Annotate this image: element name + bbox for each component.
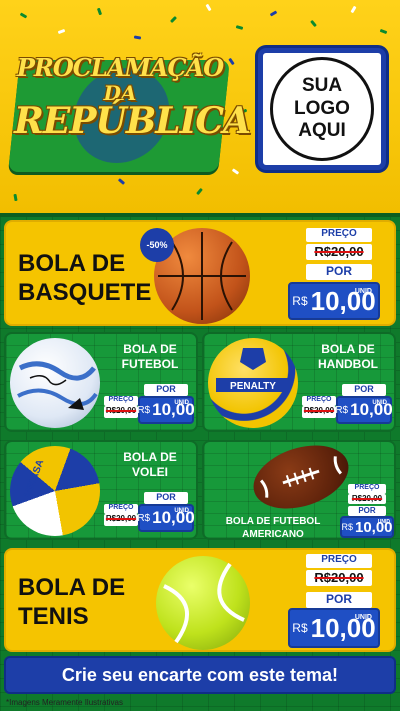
- logo-circle: SUA LOGO AQUI: [270, 57, 374, 161]
- product-card-handbol: PENALTY BOLA DE HANDBOL POR PREÇO R$20,0…: [202, 332, 396, 432]
- price-label: PREÇO: [306, 228, 372, 242]
- old-price: R$20,00: [104, 514, 138, 526]
- logo-placeholder: SUA LOGO AQUI: [258, 48, 386, 170]
- product-name-line-2: BASQUETE: [18, 278, 152, 306]
- unit-label: UNID: [354, 288, 372, 295]
- price-label: PREÇO: [348, 484, 386, 494]
- currency-symbol: R$: [137, 404, 151, 416]
- product-name-line-1: BOLA DE: [123, 342, 177, 356]
- event-title: PROCLAMAÇÃO DA REPÚBLICA: [14, 50, 251, 170]
- discount-badge: -50%: [140, 228, 174, 262]
- soccer-ball-image: [10, 338, 100, 428]
- unit-label: UNID: [174, 508, 189, 514]
- product-name-line-2: HANDBOL: [318, 357, 378, 371]
- logo-text-1: SUA: [301, 74, 343, 96]
- header: PROCLAMAÇÃO DA REPÚBLICA SUA LOGO AQUI: [0, 0, 400, 215]
- unit-label: UNID: [372, 400, 387, 406]
- product-name-line-1: BOLA DE: [18, 250, 126, 277]
- ball-brand-text: MIKASA: [22, 458, 46, 499]
- product-card-tenis: BOLA DE TENIS PREÇO R$20,00 POR R$ 10,00…: [4, 548, 396, 652]
- price-label: PREÇO: [302, 396, 336, 406]
- por-label: POR: [144, 492, 188, 504]
- por-label: POR: [342, 384, 386, 396]
- cta-banner[interactable]: Crie seu encarte com este tema!: [4, 656, 396, 694]
- product-name-line-2: FUTEBOL: [121, 357, 179, 371]
- new-price: R$ 10,00 UNID: [288, 608, 380, 648]
- price-label: PREÇO: [104, 504, 138, 514]
- currency-symbol: R$: [292, 621, 308, 635]
- old-price: R$20,00: [348, 494, 386, 504]
- product-name: BOLA DE HANDBOL: [316, 342, 380, 372]
- logo-text-2: LOGO: [294, 97, 350, 119]
- currency-symbol: R$: [292, 294, 308, 308]
- currency-symbol: R$: [341, 522, 353, 532]
- product-name-line-2: AMERICANO: [242, 528, 304, 540]
- american-football-image: [245, 434, 357, 520]
- product-name: BOLA DE VOLEI: [118, 450, 182, 480]
- product-name-line-1: BOLA DE: [18, 574, 126, 601]
- product-name: BOLA DE TENIS: [18, 574, 125, 632]
- product-card-basquete: BOLA DE BASQUETE -50% PREÇO R$20,00 POR …: [4, 220, 396, 326]
- product-name-line-1: BOLA DE FUTEBOL: [225, 516, 321, 527]
- old-price: R$20,00: [104, 406, 138, 418]
- new-price: R$ 10,00 UNID: [288, 282, 380, 320]
- title-line-3: REPÚBLICA: [14, 100, 251, 142]
- por-label: POR: [306, 264, 372, 280]
- title-line-1: PROCLAMAÇÃO: [16, 53, 224, 82]
- flyer-page: PROCLAMAÇÃO DA REPÚBLICA SUA LOGO AQUI B…: [0, 0, 400, 711]
- price-label: PREÇO: [306, 554, 372, 568]
- product-card-volei: MIKASA BOLA DE VOLEI POR PREÇO R$20,00 R…: [4, 440, 198, 540]
- product-card-futebol: BOLA DE FUTEBOL POR PREÇO R$20,00 R$ 10,…: [4, 332, 198, 432]
- por-label: POR: [348, 506, 386, 516]
- product-name-line-1: BOLA DE: [123, 450, 177, 464]
- product-name-line-2: VOLEI: [131, 465, 168, 479]
- currency-symbol: R$: [335, 404, 349, 416]
- price-label: PREÇO: [104, 396, 138, 406]
- unit-label: UNID: [174, 400, 189, 406]
- handball-image: PENALTY: [208, 338, 298, 428]
- logo-text-3: AQUI: [298, 120, 346, 142]
- unit-label: UNID: [377, 519, 390, 525]
- ball-brand-text: PENALTY: [230, 381, 276, 392]
- new-price: R$ 10,00 UNID: [137, 396, 195, 424]
- product-card-americano: BOLA DE FUTEBOL AMERICANO PREÇO R$20,00 …: [202, 434, 396, 541]
- por-label: POR: [144, 384, 188, 396]
- old-price: R$20,00: [302, 406, 336, 418]
- product-name: BOLA DE BASQUETE: [18, 250, 151, 308]
- tennis-ball-image: [156, 556, 250, 650]
- new-price: R$ 10,00 UNID: [340, 516, 394, 538]
- old-price: R$20,00: [306, 244, 372, 260]
- new-price: R$ 10,00 UNID: [335, 396, 393, 424]
- product-name-line-1: BOLA DE: [321, 342, 375, 356]
- product-name: BOLA DE FUTEBOL: [118, 342, 182, 372]
- new-price: R$ 10,00 UNID: [137, 504, 195, 532]
- por-label: POR: [306, 592, 372, 608]
- currency-symbol: R$: [137, 512, 151, 524]
- product-name-line-2: TENIS: [18, 602, 89, 630]
- product-name: BOLA DE FUTEBOL AMERICANO: [208, 516, 338, 541]
- volleyball-image: MIKASA: [10, 446, 100, 536]
- footnote: *Imagens Meramente Ilustrativas: [6, 698, 123, 707]
- unit-label: UNID: [354, 614, 372, 621]
- old-price: R$20,00: [306, 570, 372, 586]
